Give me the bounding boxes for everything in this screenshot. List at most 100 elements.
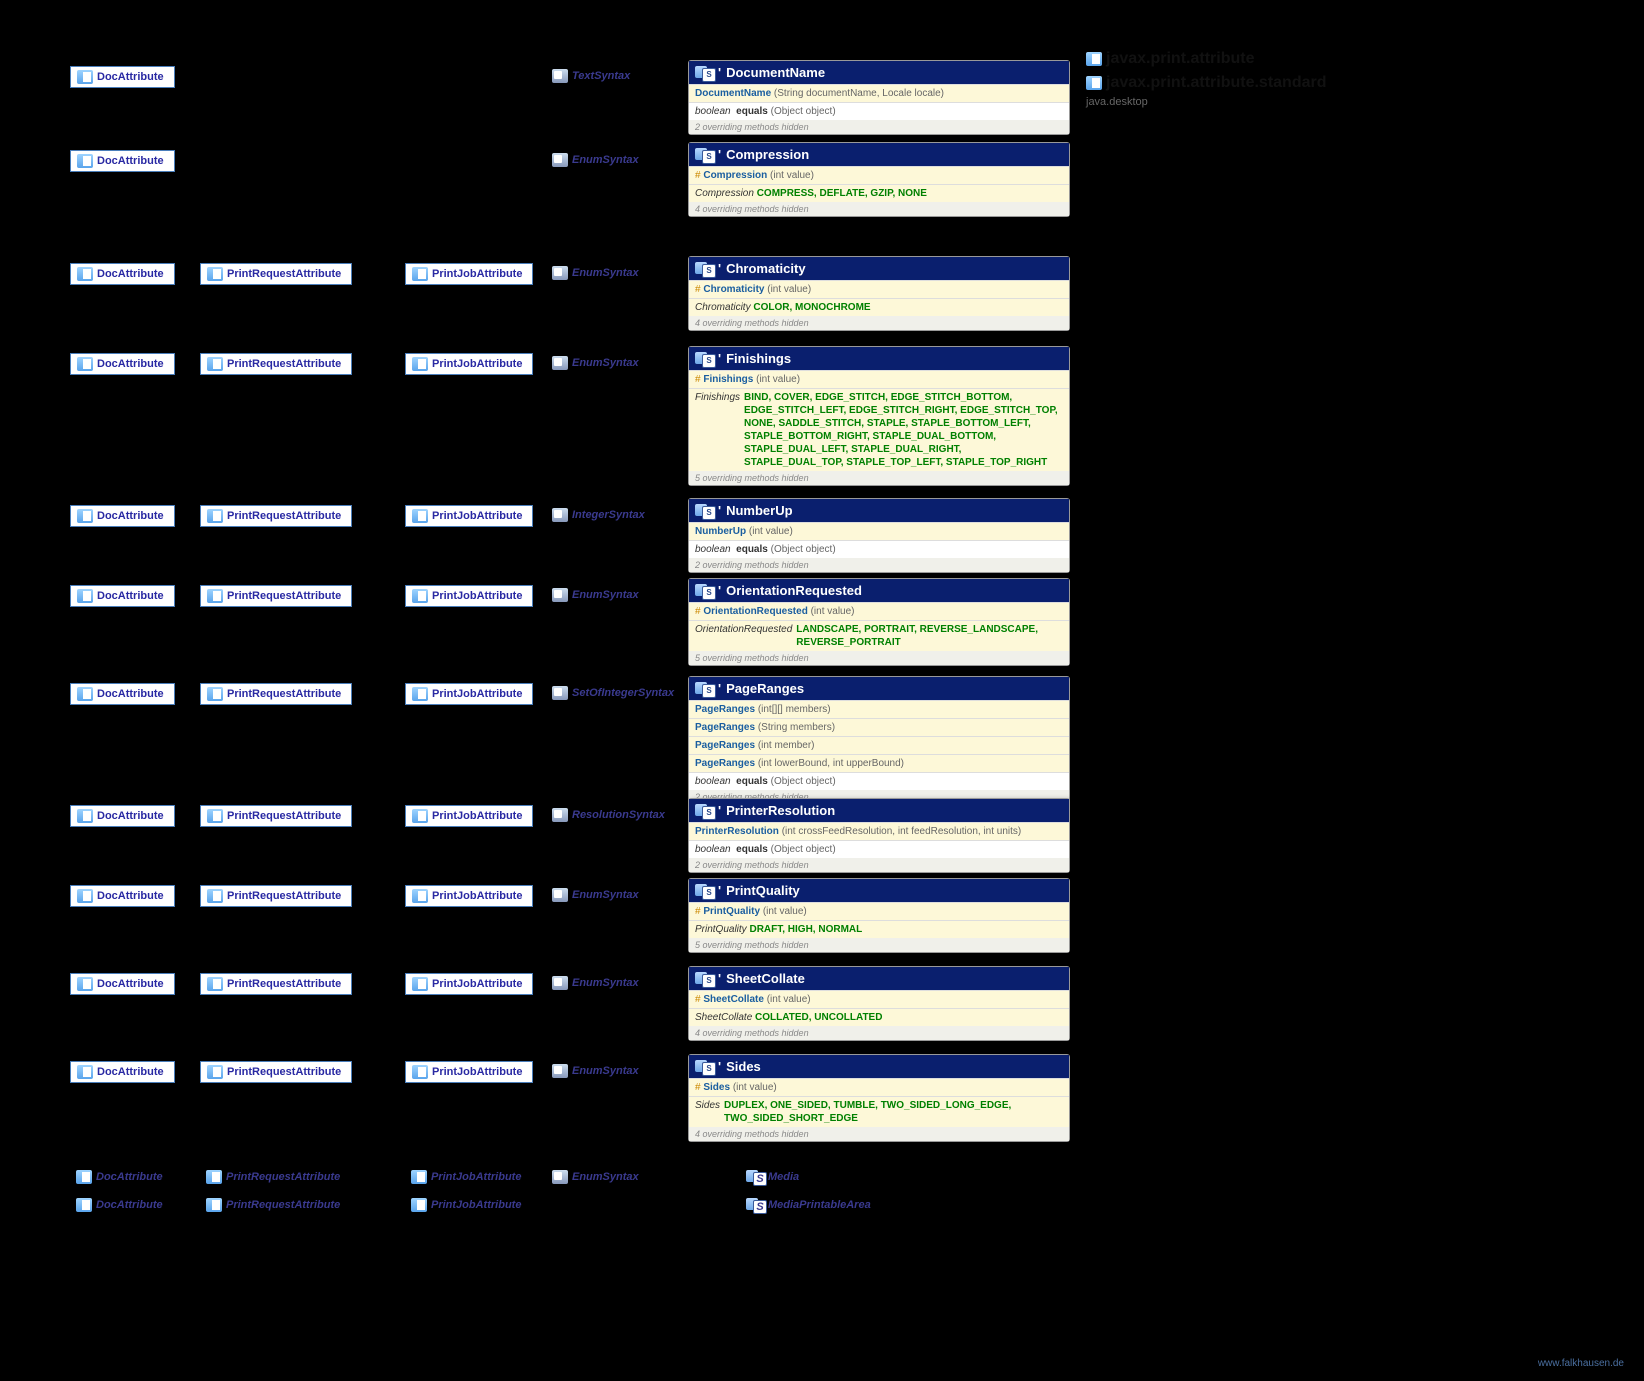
interface-icon — [77, 1065, 93, 1079]
print-request-attribute-badge[interactable]: PrintRequestAttribute — [200, 505, 352, 527]
doc-attribute-ghost[interactable]: DocAttribute — [70, 1195, 173, 1215]
site-link[interactable]: www.falkhausen.de — [1538, 1358, 1624, 1369]
constants-row: Sides DUPLEX, ONE_SIDED, TUMBLE, TWO_SID… — [689, 1096, 1069, 1127]
print-job-attribute-badge[interactable]: PrintJobAttribute — [405, 505, 533, 527]
enum-syntax-ghost[interactable]: EnumSyntax — [546, 1167, 649, 1187]
print-job-attribute-badge[interactable]: PrintJobAttribute — [405, 683, 533, 705]
hidden-row: 2 overriding methods hidden — [689, 858, 1069, 872]
constructor-row: PageRanges (int[][] members) — [689, 700, 1069, 718]
interface-icon — [412, 589, 428, 603]
constants-row: Chromaticity COLOR, MONOCHROME — [689, 298, 1069, 316]
print-job-attribute-badge[interactable]: PrintJobAttribute — [405, 585, 533, 607]
class-icon — [552, 888, 568, 902]
print-request-attribute-ghost[interactable]: PrintRequestAttribute — [200, 1195, 350, 1215]
doc-attribute-badge[interactable]: DocAttribute — [70, 353, 175, 375]
integer-syntax-badge[interactable]: IntegerSyntax — [546, 505, 655, 525]
constructor-row: NumberUp (int value) — [689, 522, 1069, 540]
class-icon — [552, 356, 568, 370]
interface-icon — [77, 809, 93, 823]
card-header: S' Compression — [689, 143, 1069, 166]
card-title: DocumentName — [726, 65, 825, 80]
doc-attribute-badge[interactable]: DocAttribute — [70, 150, 175, 172]
print-request-attribute-badge[interactable]: PrintRequestAttribute — [200, 973, 352, 995]
enum-syntax-badge[interactable]: EnumSyntax — [546, 1061, 649, 1081]
hidden-row: 2 overriding methods hidden — [689, 558, 1069, 572]
media-ghost[interactable]: SMedia — [740, 1167, 809, 1187]
class-icon: S — [695, 148, 713, 162]
constructor-row: PageRanges (int member) — [689, 736, 1069, 754]
interface-icon — [76, 1170, 92, 1184]
doc-attribute-badge[interactable]: DocAttribute — [70, 1061, 175, 1083]
doc-attribute-badge[interactable]: DocAttribute — [70, 683, 175, 705]
class-icon — [552, 508, 568, 522]
doc-attribute-badge[interactable]: DocAttribute — [70, 973, 175, 995]
class-icon: S — [695, 66, 713, 80]
doc-attribute-badge[interactable]: DocAttribute — [70, 66, 175, 88]
print-request-attribute-badge[interactable]: PrintRequestAttribute — [200, 1061, 352, 1083]
interface-icon — [412, 509, 428, 523]
interface-icon — [412, 809, 428, 823]
enum-syntax-badge[interactable]: EnumSyntax — [546, 353, 649, 373]
text-syntax-badge[interactable]: TextSyntax — [546, 66, 640, 86]
print-job-attribute-ghost[interactable]: PrintJobAttribute — [405, 1195, 531, 1215]
class-icon: S — [695, 352, 713, 366]
print-job-attribute-badge[interactable]: PrintJobAttribute — [405, 353, 533, 375]
class-icon — [552, 588, 568, 602]
constants-row: PrintQuality DRAFT, HIGH, NORMAL — [689, 920, 1069, 938]
print-job-attribute-badge[interactable]: PrintJobAttribute — [405, 263, 533, 285]
enum-syntax-badge[interactable]: EnumSyntax — [546, 885, 649, 905]
print-request-attribute-badge[interactable]: PrintRequestAttribute — [200, 683, 352, 705]
print-request-attribute-badge[interactable]: PrintRequestAttribute — [200, 585, 352, 607]
print-job-attribute-badge[interactable]: PrintJobAttribute — [405, 973, 533, 995]
interface-icon — [76, 1198, 92, 1212]
resolution-syntax-badge[interactable]: ResolutionSyntax — [546, 805, 675, 825]
enum-syntax-badge[interactable]: EnumSyntax — [546, 263, 649, 283]
number-up-card: S' NumberUp NumberUp (int value) boolean… — [688, 498, 1070, 573]
print-job-attribute-badge[interactable]: PrintJobAttribute — [405, 1061, 533, 1083]
class-icon: S — [695, 1060, 713, 1074]
media-printable-area-ghost[interactable]: SMediaPrintableArea — [740, 1195, 881, 1215]
class-icon — [552, 1170, 568, 1184]
print-request-attribute-badge[interactable]: PrintRequestAttribute — [200, 885, 352, 907]
interface-icon — [207, 889, 223, 903]
card-title: OrientationRequested — [726, 583, 862, 598]
interface-icon — [412, 357, 428, 371]
doc-attribute-badge[interactable]: DocAttribute — [70, 885, 175, 907]
print-request-attribute-badge[interactable]: PrintRequestAttribute — [200, 805, 352, 827]
class-icon — [552, 153, 568, 167]
doc-attribute-badge[interactable]: DocAttribute — [70, 263, 175, 285]
class-icon: S — [746, 1170, 764, 1184]
interface-icon — [412, 267, 428, 281]
doc-attribute-ghost[interactable]: DocAttribute — [70, 1167, 173, 1187]
print-job-attribute-badge[interactable]: PrintJobAttribute — [405, 885, 533, 907]
card-header: S' Sides — [689, 1055, 1069, 1078]
print-request-attribute-badge[interactable]: PrintRequestAttribute — [200, 263, 352, 285]
interface-icon — [77, 977, 93, 991]
enum-syntax-badge[interactable]: EnumSyntax — [546, 973, 649, 993]
card-header: S' SheetCollate — [689, 967, 1069, 990]
card-header: S' OrientationRequested — [689, 579, 1069, 602]
print-request-attribute-badge[interactable]: PrintRequestAttribute — [200, 353, 352, 375]
card-header: S' NumberUp — [689, 499, 1069, 522]
interface-icon — [207, 809, 223, 823]
method-row: boolean equals (Object object) — [689, 772, 1069, 790]
print-job-attribute-ghost[interactable]: PrintJobAttribute — [405, 1167, 531, 1187]
constructor-row: PageRanges (String members) — [689, 718, 1069, 736]
interface-icon — [206, 1170, 222, 1184]
package-icon — [1086, 52, 1102, 66]
card-title: PageRanges — [726, 681, 804, 696]
doc-attribute-badge[interactable]: DocAttribute — [70, 505, 175, 527]
interface-icon — [411, 1170, 427, 1184]
enum-syntax-badge[interactable]: EnumSyntax — [546, 585, 649, 605]
interface-icon — [411, 1198, 427, 1212]
print-job-attribute-badge[interactable]: PrintJobAttribute — [405, 805, 533, 827]
class-icon — [552, 976, 568, 990]
set-of-integer-syntax-badge[interactable]: SetOfIntegerSyntax — [546, 683, 684, 703]
print-request-attribute-ghost[interactable]: PrintRequestAttribute — [200, 1167, 350, 1187]
method-row: boolean equals (Object object) — [689, 840, 1069, 858]
class-icon: S — [695, 584, 713, 598]
package-label-1: javax.print.attribute — [1086, 50, 1254, 68]
doc-attribute-badge[interactable]: DocAttribute — [70, 805, 175, 827]
enum-syntax-badge[interactable]: EnumSyntax — [546, 150, 649, 170]
doc-attribute-badge[interactable]: DocAttribute — [70, 585, 175, 607]
